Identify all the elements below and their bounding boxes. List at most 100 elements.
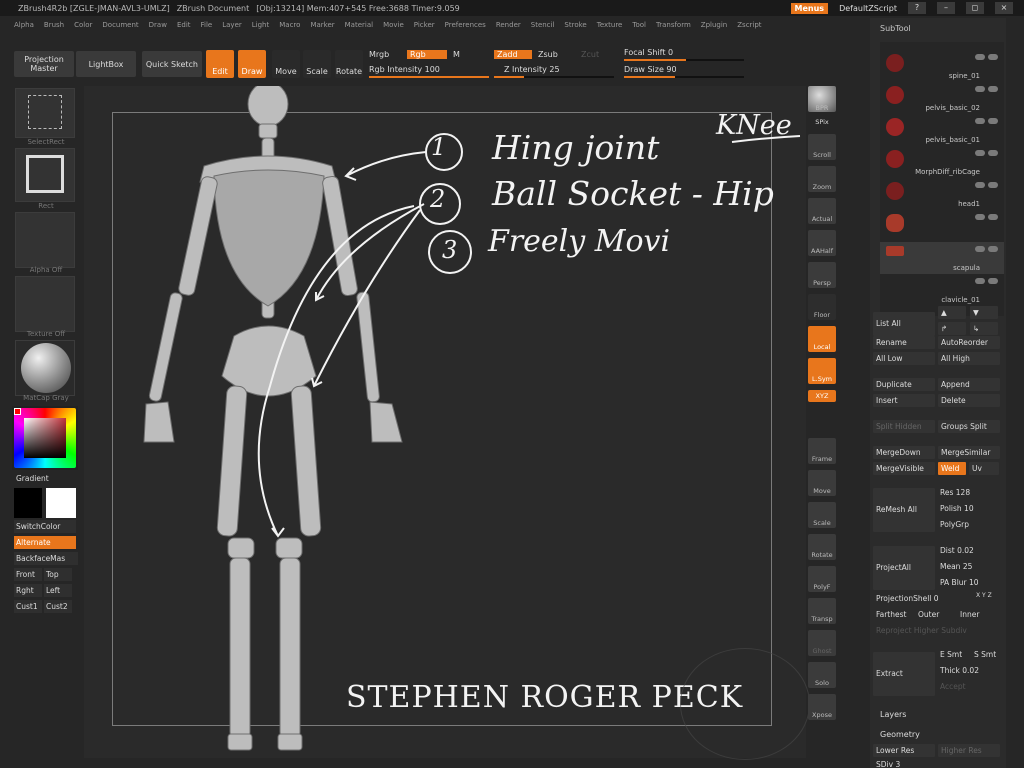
menu-material[interactable]: Material — [345, 21, 373, 29]
menu-texture[interactable]: Texture — [597, 21, 623, 29]
delete-button[interactable]: Delete — [938, 394, 1000, 407]
menu-tool[interactable]: Tool — [632, 21, 646, 29]
split-hidden-button[interactable]: Split Hidden — [873, 420, 935, 433]
cust2-button[interactable]: Cust2 — [44, 600, 72, 613]
subtool-toggles[interactable] — [938, 86, 998, 94]
local-button[interactable]: Local — [808, 326, 836, 352]
all-low-button[interactable]: All Low — [873, 352, 935, 365]
menu-stencil[interactable]: Stencil — [531, 21, 555, 29]
floor-button[interactable]: Floor — [808, 294, 836, 320]
menu-layer[interactable]: Layer — [222, 21, 242, 29]
move-bottom-icon[interactable]: ↳ — [970, 322, 998, 335]
uv-button[interactable]: Uv — [969, 462, 999, 475]
move-up-button[interactable]: ▲ — [938, 306, 966, 319]
cust1-button[interactable]: Cust1 — [14, 600, 42, 613]
s-smt-slider[interactable]: S Smt — [974, 650, 996, 659]
e-smt-slider[interactable]: E Smt — [940, 650, 962, 659]
aahalf-button[interactable]: AAHalf — [808, 230, 836, 256]
maximize-icon[interactable]: ◻ — [966, 2, 984, 14]
menu-transform[interactable]: Transform — [656, 21, 691, 29]
rotate-button[interactable]: Rotate — [335, 50, 363, 78]
default-zscript-button[interactable]: DefaultZScript — [839, 4, 897, 13]
transp-button[interactable]: Transp — [808, 598, 836, 624]
projection-master-button[interactable]: Projection Master — [14, 51, 74, 77]
polish-slider[interactable]: Polish 10 — [940, 504, 974, 513]
sdiv-slider[interactable]: SDiv 3 — [876, 760, 900, 768]
backfacemask-button[interactable]: BackfaceMas — [14, 552, 78, 565]
rgb-intensity-slider[interactable]: Rgb Intensity 100 — [369, 65, 440, 74]
scale-button[interactable]: Scale — [808, 502, 836, 528]
subtool-toggles[interactable] — [938, 246, 998, 254]
menu-edit[interactable]: Edit — [177, 21, 191, 29]
persp-button[interactable]: Persp — [808, 262, 836, 288]
subtool-item[interactable]: MorphDiff_ribCage — [880, 146, 1004, 178]
groups-split-button[interactable]: Groups Split — [938, 420, 1000, 433]
draw-size-slider[interactable]: Draw Size 90 — [624, 65, 677, 74]
menu-movie[interactable]: Movie — [383, 21, 404, 29]
menu-light[interactable]: Light — [252, 21, 269, 29]
material-button[interactable] — [15, 340, 75, 396]
left-view-button[interactable]: Left — [44, 584, 72, 597]
higher-res-button[interactable]: Higher Res — [938, 744, 1000, 757]
zoom-button[interactable]: Zoom — [808, 166, 836, 192]
thick-slider[interactable]: Thick 0.02 — [940, 666, 979, 675]
subtool-item[interactable]: head1 — [880, 178, 1004, 210]
mrgb-toggle[interactable]: Mrgb — [369, 50, 389, 59]
alpha-button[interactable] — [15, 212, 75, 268]
front-view-button[interactable]: Front — [14, 568, 42, 581]
z-intensity-track[interactable] — [494, 76, 614, 78]
menu-preferences[interactable]: Preferences — [445, 21, 486, 29]
dist-slider[interactable]: Dist 0.02 — [940, 546, 974, 555]
focal-shift-slider[interactable]: Focal Shift 0 — [624, 48, 673, 57]
menu-draw[interactable]: Draw — [149, 21, 167, 29]
secondary-color[interactable] — [14, 488, 42, 518]
draw-button[interactable]: Draw — [238, 50, 266, 78]
subtool-item[interactable] — [880, 210, 1004, 242]
menus-button[interactable]: Menus — [790, 2, 829, 14]
outer-toggle[interactable]: Outer — [918, 610, 939, 619]
menu-color[interactable]: Color — [74, 21, 92, 29]
menu-brush[interactable]: Brush — [44, 21, 64, 29]
z-intensity-slider[interactable]: Z Intensity 25 — [504, 65, 560, 74]
quick-sketch-button[interactable]: Quick Sketch — [142, 51, 202, 77]
res-slider[interactable]: Res 128 — [940, 488, 970, 497]
append-button[interactable]: Append — [938, 378, 1000, 391]
polyf-button[interactable]: PolyF — [808, 566, 836, 592]
subtool-toggles[interactable] — [938, 150, 998, 158]
pa-blur-slider[interactable]: PA Blur 10 — [940, 578, 979, 587]
close-icon[interactable]: × — [995, 2, 1013, 14]
edit-button[interactable]: Edit — [206, 50, 234, 78]
lightbox-button[interactable]: LightBox — [76, 51, 136, 77]
menu-alpha[interactable]: Alpha — [14, 21, 34, 29]
color-square[interactable] — [24, 418, 66, 458]
menu-zplugin[interactable]: Zplugin — [701, 21, 727, 29]
bpr-button[interactable]: BPR — [808, 86, 836, 112]
xpose-button[interactable]: Xpose — [808, 694, 836, 720]
subtool-toggles[interactable] — [938, 278, 998, 286]
subtool-item[interactable]: pelvis_basic_02 — [880, 82, 1004, 114]
help-icon[interactable]: ? — [908, 2, 926, 14]
rotate-button[interactable]: Rotate — [808, 534, 836, 560]
mean-slider[interactable]: Mean 25 — [940, 562, 972, 571]
duplicate-button[interactable]: Duplicate — [873, 378, 935, 391]
focal-shift-track[interactable] — [624, 59, 744, 61]
lsym-button[interactable]: L.Sym — [808, 358, 836, 384]
projectionshell-slider[interactable]: ProjectionShell 0 — [876, 594, 939, 603]
switchcolor-button[interactable]: SwitchColor — [14, 520, 76, 533]
mergedown-button[interactable]: MergeDown — [873, 446, 935, 459]
frame-button[interactable]: Frame — [808, 438, 836, 464]
polygrp-toggle[interactable]: PolyGrp — [940, 520, 969, 529]
farthest-toggle[interactable]: Farthest — [876, 610, 906, 619]
subtool-toggles[interactable] — [938, 118, 998, 126]
subtool-item-selected[interactable]: scapula — [880, 242, 1004, 274]
menu-zscript[interactable]: Zscript — [737, 21, 761, 29]
subtool-item[interactable]: pelvis_basic_01 — [880, 114, 1004, 146]
subtool-toggles[interactable] — [938, 214, 998, 222]
subtool-toggles[interactable] — [938, 182, 998, 190]
scale-button[interactable]: Scale — [303, 50, 331, 78]
xyz-axis-toggle[interactable]: X Y Z — [976, 592, 992, 599]
top-view-button[interactable]: Top — [44, 568, 72, 581]
accept-button[interactable]: Accept — [940, 682, 966, 691]
color-picker[interactable] — [12, 406, 78, 470]
draw-size-track[interactable] — [624, 76, 744, 78]
